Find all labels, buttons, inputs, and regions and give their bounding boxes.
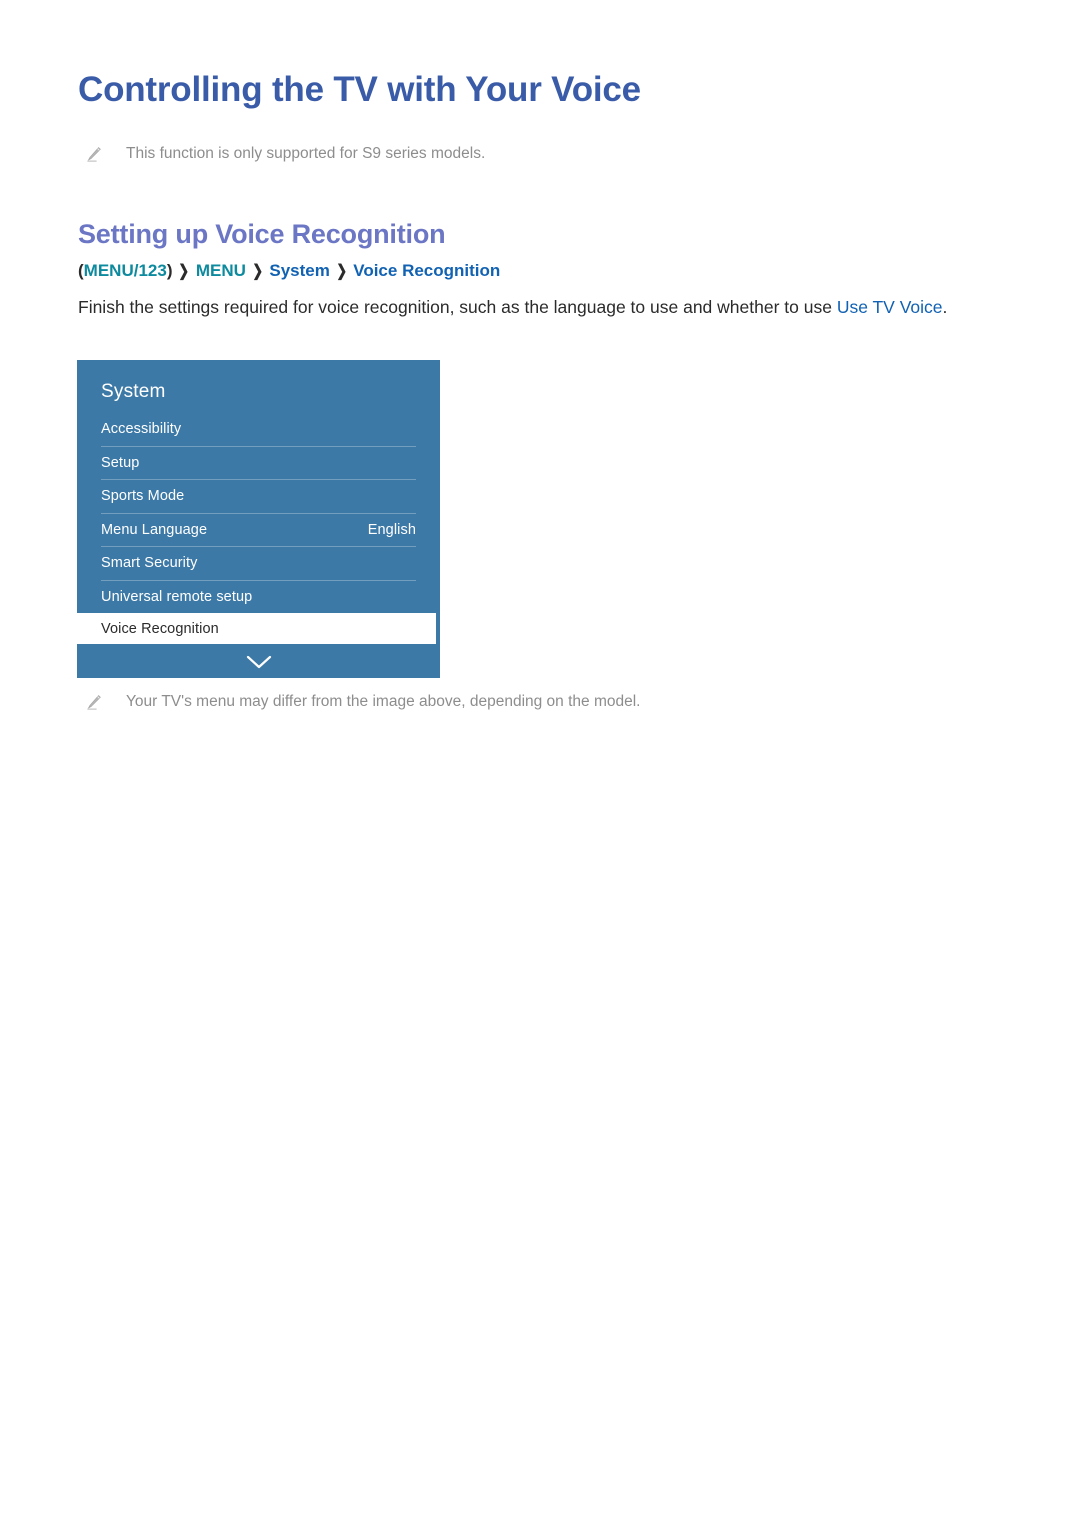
tv-menu-item-menu-language[interactable]: Menu Language English [101,512,416,547]
breadcrumb-separator-icon: ❯ [178,263,190,280]
note-item: Your TV's menu may differ from the image… [82,691,640,714]
chevron-down-icon [246,655,272,670]
tv-menu-item-label: Menu Language [101,521,208,538]
body-highlight-use-tv-voice[interactable]: Use TV Voice [837,297,943,317]
tv-menu-scroll-down[interactable] [101,646,416,678]
breadcrumb-item-voice-recognition[interactable]: Voice Recognition [353,261,500,280]
breadcrumb-close-paren: ) [166,261,173,280]
tv-menu-item-smart-security[interactable]: Smart Security [101,546,416,580]
tv-menu-item-label: Voice Recognition [101,620,219,637]
breadcrumb-separator-icon: ❯ [336,263,347,280]
page-title: Controlling the TV with Your Voice [78,70,641,109]
body-text-before: Finish the settings required for voice r… [78,297,837,317]
breadcrumb-separator-icon: ❯ [252,263,264,280]
tv-menu-item-accessibility[interactable]: Accessibility [101,412,416,446]
tv-menu-panel: System Accessibility Setup Sports Mode M… [73,360,440,678]
body-paragraph: Finish the settings required for voice r… [78,294,998,320]
tv-menu-item-label: Smart Security [101,555,198,572]
breadcrumb-item-menu123[interactable]: MENU/123 [84,261,167,280]
body-text-after: . [942,297,948,317]
tv-menu-item-voice-recognition[interactable]: Voice Recognition [73,613,436,644]
tv-menu-item-sports-mode[interactable]: Sports Mode [101,479,416,513]
section-title: Setting up Voice Recognition [78,219,446,249]
document-page: Controlling the TV with Your Voice This … [0,0,1080,1527]
breadcrumb: (MENU/123) ❯ MENU ❯ System ❯ Voice Recognition [78,259,500,284]
breadcrumb-item-menu[interactable]: MENU [196,261,246,280]
breadcrumb-item-system[interactable]: System [269,261,329,280]
pencil-icon [82,692,104,714]
note-text: This function is only supported for S9 s… [126,145,486,162]
tv-menu-item-label: Universal remote setup [101,588,253,605]
tv-menu-title: System [101,381,166,402]
tv-menu-item-universal-remote-setup[interactable]: Universal remote setup [101,579,416,614]
pencil-icon [82,144,104,166]
note-text: Your TV's menu may differ from the image… [126,693,641,710]
note-item: This function is only supported for S9 s… [82,143,485,166]
tv-menu-item-setup[interactable]: Setup [101,445,416,480]
tv-menu-item-label: Setup [101,454,140,471]
tv-menu-list: Accessibility Setup Sports Mode Menu Lan… [73,412,436,644]
tv-menu-item-label: Sports Mode [101,488,185,505]
tv-menu-item-label: Accessibility [101,420,182,437]
tv-menu-item-value: English [367,521,416,538]
